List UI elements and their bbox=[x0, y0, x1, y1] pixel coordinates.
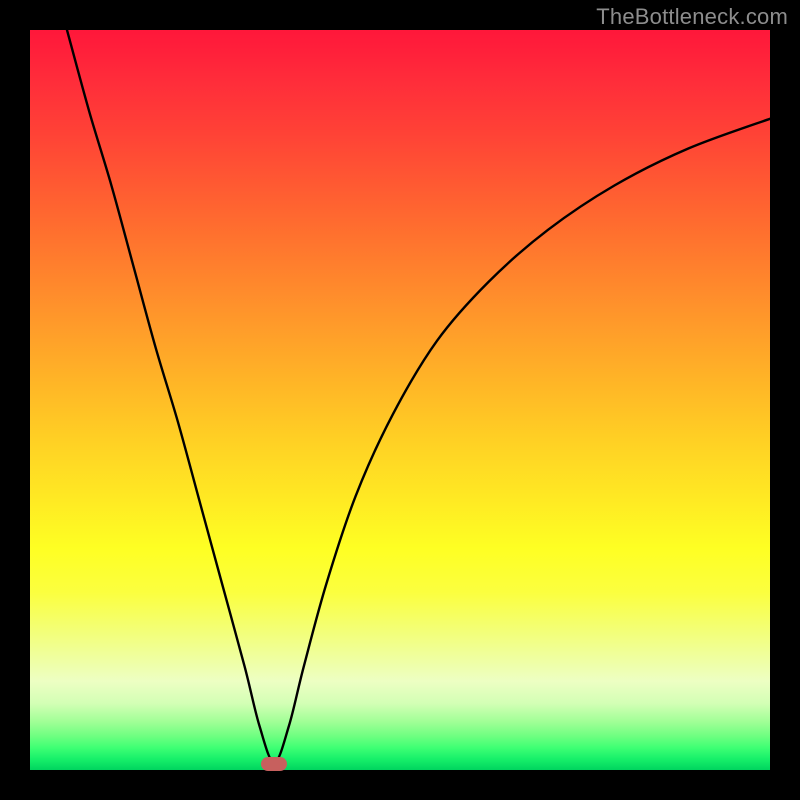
optimal-marker bbox=[261, 757, 287, 771]
plot-area bbox=[30, 30, 770, 770]
chart-frame: TheBottleneck.com bbox=[0, 0, 800, 800]
bottleneck-curve bbox=[67, 30, 770, 763]
watermark-text: TheBottleneck.com bbox=[596, 4, 788, 30]
curve-svg bbox=[30, 30, 770, 770]
